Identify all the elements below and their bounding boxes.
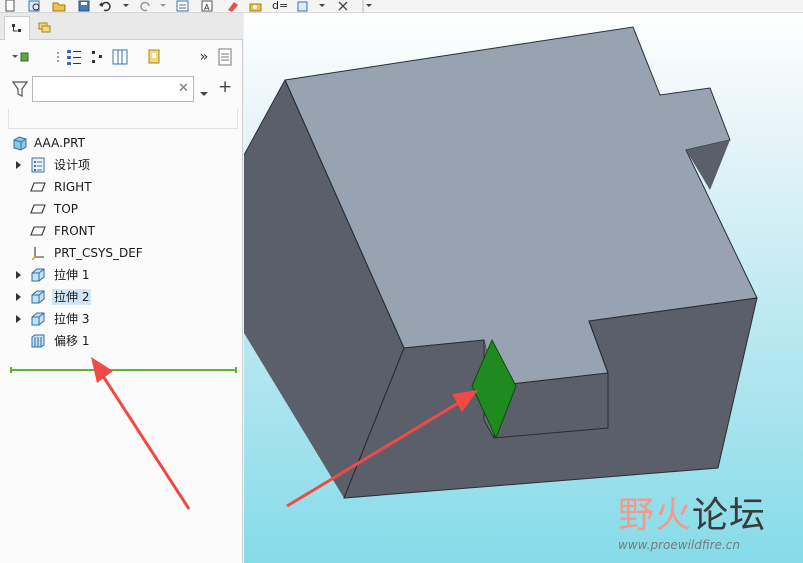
quick-access-toolbar: A d= <box>0 0 803 13</box>
notes-icon[interactable] <box>215 47 235 67</box>
annotation-arrow-left <box>91 357 191 510</box>
erase-icon[interactable] <box>226 0 238 12</box>
tree-item-label: 拉伸 1 <box>54 268 90 282</box>
tree-root-label: AAA.PRT <box>34 136 85 150</box>
tree-settings-icon[interactable] <box>88 47 108 67</box>
tree-item-label: FRONT <box>54 224 95 238</box>
open-icon[interactable] <box>52 0 66 12</box>
tree-item-top[interactable]: TOP <box>0 199 240 219</box>
regenerate-icon[interactable] <box>28 0 40 12</box>
watermark-title-colored: 野火 <box>618 495 693 536</box>
tree-item-right[interactable]: RIGHT <box>0 177 240 197</box>
new-icon[interactable] <box>4 0 16 12</box>
tree-item-label: 设计项 <box>54 158 91 172</box>
watermark-title: 野火论坛 <box>618 496 766 536</box>
tree-item-csys[interactable]: PRT_CSYS_DEF <box>0 243 240 263</box>
extrude-icon <box>31 312 45 326</box>
tree-root[interactable]: AAA.PRT <box>0 133 240 153</box>
display-style-icon[interactable] <box>296 0 308 12</box>
csys-icon <box>31 247 44 261</box>
dropdown-icon[interactable] <box>159 0 171 12</box>
datum-plane-icon <box>30 226 46 236</box>
dropdown-icon[interactable] <box>122 0 134 12</box>
datum-plane-icon <box>30 204 46 214</box>
tree-item-label: 拉伸 3 <box>54 312 90 326</box>
tree-item-label: PRT_CSYS_DEF <box>54 246 143 260</box>
watermark-url: www.proewildfire.cn <box>618 538 740 552</box>
search-options-dropdown-icon[interactable] <box>199 84 209 103</box>
show-icon[interactable] <box>145 47 165 67</box>
model-tree-icon <box>12 23 21 32</box>
svg-text:A: A <box>204 3 210 12</box>
windows-icon[interactable] <box>176 0 189 12</box>
undo-icon[interactable] <box>99 0 111 12</box>
settings-dropdown-icon[interactable] <box>10 47 30 67</box>
filter-icon[interactable] <box>11 80 29 102</box>
tree-filters-icon[interactable] <box>64 47 84 67</box>
clear-search-icon[interactable]: ✕ <box>178 82 189 95</box>
offset-icon <box>31 334 45 348</box>
search-input[interactable] <box>32 76 194 102</box>
tree-item-extrude-3[interactable]: 拉伸 3 <box>0 309 240 329</box>
customize-icon[interactable] <box>362 0 374 12</box>
tree-item-label-selected: 拉伸 2 <box>52 289 92 305</box>
expand-icon[interactable] <box>16 293 21 301</box>
d-equals-icon[interactable]: d= <box>272 0 290 12</box>
annotation-icon[interactable]: A <box>201 0 213 12</box>
part-model[interactable] <box>244 13 803 563</box>
expand-icon[interactable] <box>16 315 21 323</box>
close-window-icon[interactable] <box>337 0 349 12</box>
expand-icon[interactable] <box>16 161 21 169</box>
extrude-icon <box>31 290 45 304</box>
search-row: ✕ + <box>0 75 243 105</box>
extrude-icon <box>31 268 45 282</box>
tree-item-label: 偏移 1 <box>54 334 90 348</box>
tree-item-label: RIGHT <box>54 180 92 194</box>
navigator-panel: » ✕ + AAA.PRT 设计项 RIGHT TOP FRONT PRT_CS… <box>0 13 243 563</box>
save-icon[interactable] <box>78 0 90 12</box>
part-icon <box>13 136 27 151</box>
more-button[interactable]: » <box>194 47 214 67</box>
model-tree-tab[interactable] <box>4 16 30 40</box>
expand-icon[interactable] <box>16 271 21 279</box>
panel-tabs <box>0 13 243 40</box>
tree-item-extrude-2[interactable]: 拉伸 2 <box>0 287 240 307</box>
redo-icon[interactable] <box>138 0 150 12</box>
datum-plane-icon <box>30 182 46 192</box>
graphics-viewport[interactable] <box>244 13 803 563</box>
layer-tree-tab[interactable] <box>32 16 58 40</box>
tree-header-area <box>8 109 238 129</box>
tree-item-label: TOP <box>54 202 79 216</box>
forum-watermark: 野火论坛 www.proewildfire.cn <box>618 496 798 558</box>
add-button[interactable]: + <box>218 77 232 97</box>
tree-item-offset-1[interactable]: 偏移 1 <box>0 331 240 351</box>
design-items-icon <box>31 157 45 173</box>
save-view-icon[interactable] <box>249 0 262 12</box>
watermark-title-dark: 论坛 <box>692 495 767 536</box>
tree-item-front[interactable]: FRONT <box>0 221 240 241</box>
layers-icon <box>38 22 51 33</box>
dropdown-icon[interactable] <box>318 0 330 12</box>
tree-item-design-items[interactable]: 设计项 <box>0 155 240 175</box>
tree-toolbar: » <box>0 43 243 73</box>
tree-item-extrude-1[interactable]: 拉伸 1 <box>0 265 240 285</box>
tree-columns-icon[interactable] <box>110 47 130 67</box>
